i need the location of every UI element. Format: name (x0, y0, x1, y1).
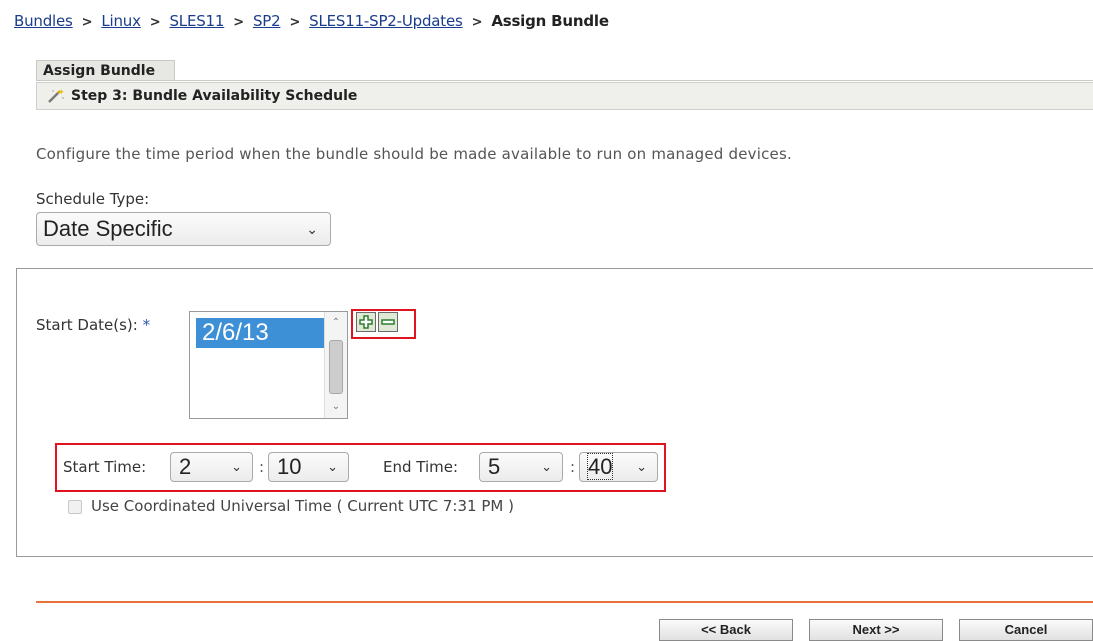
breadcrumb-separator: > (81, 15, 93, 30)
footer-divider (36, 601, 1093, 603)
end-hour-value: 5 (488, 454, 501, 479)
breadcrumb-link-linux[interactable]: Linux (101, 12, 141, 30)
plus-icon (359, 315, 373, 329)
add-date-button[interactable] (356, 312, 376, 332)
remove-date-button[interactable] (378, 312, 398, 332)
page-description: Configure the time period when the bundl… (36, 145, 792, 163)
scroll-down-icon[interactable]: ⌄ (325, 398, 347, 416)
schedule-type-select[interactable]: Date Specific ⌄ (36, 212, 331, 246)
breadcrumb-link-sles11-sp2-updates[interactable]: SLES11-SP2-Updates (309, 12, 463, 30)
next-button[interactable]: Next >> (809, 619, 943, 641)
required-marker: * (142, 316, 151, 334)
start-date-item[interactable]: 2/6/13 (196, 318, 324, 348)
back-button[interactable]: << Back (659, 619, 793, 641)
breadcrumb-separator: > (471, 15, 483, 30)
utc-checkbox[interactable] (68, 500, 82, 514)
scroll-up-icon[interactable]: ⌃ (325, 314, 347, 332)
breadcrumb-link-sp2[interactable]: SP2 (253, 12, 281, 30)
scroll-thumb[interactable] (329, 340, 343, 394)
step-header: Step 3: Bundle Availability Schedule (36, 82, 1093, 110)
chevron-down-icon: ⌄ (541, 459, 552, 474)
minus-icon (381, 319, 395, 325)
schedule-type-label: Schedule Type: (36, 190, 150, 208)
schedule-type-value: Date Specific (43, 216, 173, 241)
time-separator: : (259, 458, 265, 476)
chevron-down-icon: ⌄ (327, 459, 338, 474)
chevron-down-icon: ⌄ (306, 221, 318, 237)
time-separator: : (570, 458, 576, 476)
breadcrumb-link-bundles[interactable]: Bundles (14, 12, 73, 30)
start-dates-label: Start Date(s): * (36, 316, 150, 334)
chevron-down-icon: ⌄ (231, 459, 242, 474)
start-time-label: Start Time: (63, 458, 147, 476)
breadcrumb: Bundles > Linux > SLES11 > SP2 > SLES11-SP2-Upda… (14, 12, 609, 30)
breadcrumb-current: Assign Bundle (491, 12, 609, 30)
breadcrumb-separator: > (149, 15, 161, 30)
wand-icon (48, 89, 64, 103)
start-dates-label-text: Start Date(s): (36, 316, 138, 334)
utc-checkbox-label: Use Coordinated Universal Time ( Current… (91, 497, 514, 515)
tab-assign-bundle: Assign Bundle (36, 60, 175, 80)
start-minute-value: 10 (277, 454, 302, 479)
end-minute-value: 40 (586, 453, 614, 480)
chevron-down-icon: ⌄ (636, 459, 647, 474)
end-time-label: End Time: (383, 458, 459, 476)
end-minute-select[interactable]: 40 ⌄ (579, 452, 658, 482)
cancel-button[interactable]: Cancel (959, 619, 1093, 641)
breadcrumb-separator: > (289, 15, 301, 30)
step-title: Step 3: Bundle Availability Schedule (71, 88, 358, 104)
breadcrumb-separator: > (233, 15, 244, 30)
breadcrumb-link-sles11[interactable]: SLES11 (169, 12, 224, 30)
start-dates-list[interactable]: 2/6/13 ⌃ ⌄ (189, 311, 348, 419)
tab-divider (36, 80, 1093, 81)
start-minute-select[interactable]: 10 ⌄ (268, 452, 349, 482)
start-hour-select[interactable]: 2 ⌄ (170, 452, 253, 482)
start-hour-value: 2 (179, 454, 192, 479)
end-hour-select[interactable]: 5 ⌄ (479, 452, 563, 482)
list-scrollbar[interactable]: ⌃ ⌄ (324, 312, 347, 418)
